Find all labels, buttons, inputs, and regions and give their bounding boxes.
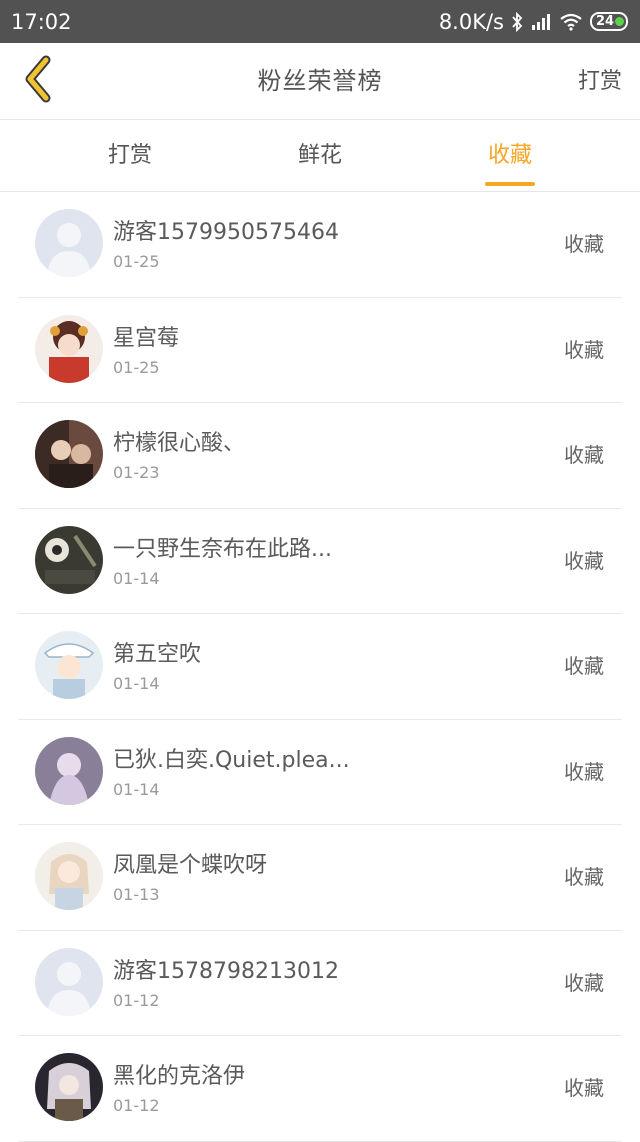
favorite-label: 收藏 — [564, 865, 604, 889]
user-name: 一只野生奈布在此路... — [113, 536, 332, 562]
favorite-label: 收藏 — [564, 232, 604, 256]
user-avatar — [35, 314, 103, 383]
active-tab-indicator — [485, 182, 535, 186]
bluetooth-icon — [511, 11, 523, 32]
tab-reward[interactable]: 打赏 — [60, 120, 200, 192]
list-date: 01-25 — [113, 357, 160, 377]
list-item[interactable]: 柠檬很心酸、 01-23 收藏 — [18, 403, 622, 509]
default-avatar — [35, 209, 103, 277]
user-name: 柠檬很心酸、 — [113, 431, 246, 456]
user-name: 游客1578798213012 — [113, 958, 339, 984]
favorite-label: 收藏 — [564, 654, 604, 678]
user-name: 第五空吹 — [113, 642, 202, 667]
fan-list: 游客1579950575464 01-25 收藏 星宫莓 01-25 收藏 柠檬… — [0, 192, 640, 1142]
user-name: 已狄.白奕.Quiet.plea... — [113, 747, 350, 773]
tab-favorites-label: 收藏 — [487, 143, 532, 168]
chevron-left-icon — [22, 55, 54, 107]
reward-button[interactable]: 打赏 — [578, 43, 622, 120]
list-date: 01-14 — [113, 674, 160, 693]
tab-bar: 打赏 鲜花 收藏 — [0, 120, 640, 192]
list-item[interactable]: 游客1578798213012 01-12 收藏 — [18, 931, 622, 1036]
user-avatar — [35, 1053, 103, 1121]
battery-level: 24 — [595, 14, 615, 29]
user-avatar — [35, 842, 103, 910]
page-title: 粉丝荣誉榜 — [257, 67, 383, 95]
list-date: 01-12 — [113, 990, 160, 1010]
header: 粉丝荣誉榜 打赏 — [0, 43, 640, 120]
status-bar: 17:02 8.0K/s 24 — [0, 0, 640, 43]
list-date: 01-14 — [113, 779, 160, 799]
signal-icon — [530, 13, 552, 31]
list-date: 01-23 — [113, 463, 160, 482]
battery-icon: 24 — [590, 12, 628, 31]
favorite-label: 收藏 — [564, 443, 604, 467]
user-name: 星宫莓 — [113, 325, 180, 351]
list-item[interactable]: 黑化的克洛伊 01-12 收藏 — [18, 1036, 622, 1142]
tab-flowers[interactable]: 鲜花 — [250, 120, 390, 192]
list-date: 01-13 — [113, 885, 160, 904]
list-date: 01-14 — [113, 568, 160, 588]
tab-favorites[interactable]: 收藏 — [440, 120, 580, 192]
list-item[interactable]: 星宫莓 01-25 收藏 — [18, 298, 622, 403]
wifi-icon — [559, 13, 583, 31]
list-item[interactable]: 已狄.白奕.Quiet.plea... 01-14 收藏 — [18, 720, 622, 825]
list-item[interactable]: 第五空吹 01-14 收藏 — [18, 614, 622, 720]
list-date: 01-12 — [113, 1096, 160, 1115]
user-avatar — [35, 631, 103, 699]
list-item[interactable]: 凤凰是个蝶吹呀 01-13 收藏 — [18, 825, 622, 931]
user-name: 黑化的克洛伊 — [113, 1064, 246, 1089]
favorite-label: 收藏 — [564, 759, 604, 784]
list-item[interactable]: 游客1579950575464 01-25 收藏 — [18, 192, 622, 298]
user-avatar — [35, 420, 103, 488]
status-indicators: 8.0K/s 24 — [439, 10, 628, 34]
list-item[interactable]: 一只野生奈布在此路... 01-14 收藏 — [18, 509, 622, 614]
user-avatar — [35, 736, 103, 805]
status-time: 17:02 — [11, 9, 72, 34]
favorite-label: 收藏 — [564, 970, 604, 995]
favorite-label: 收藏 — [564, 337, 604, 362]
user-avatar — [35, 525, 103, 594]
favorite-label: 收藏 — [564, 1076, 604, 1100]
favorite-label: 收藏 — [564, 548, 604, 573]
back-button[interactable] — [8, 51, 68, 111]
user-name: 凤凰是个蝶吹呀 — [113, 853, 268, 878]
user-name: 游客1579950575464 — [113, 220, 339, 245]
list-date: 01-25 — [113, 252, 160, 271]
default-avatar — [35, 947, 103, 1016]
network-speed: 8.0K/s — [438, 9, 504, 34]
